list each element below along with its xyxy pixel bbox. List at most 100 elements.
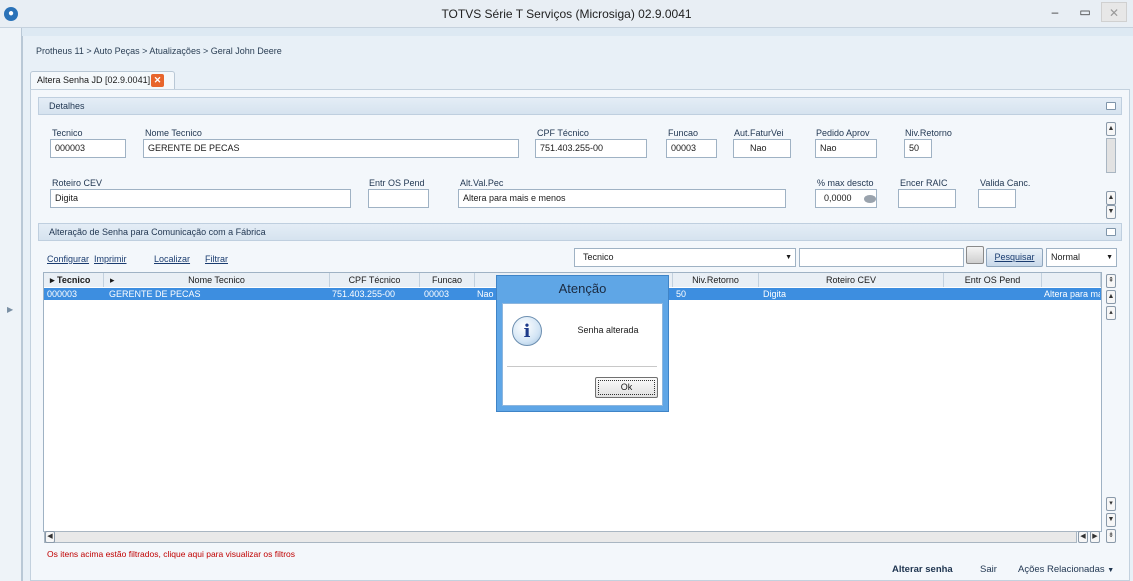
notepad-icon[interactable] bbox=[966, 246, 984, 264]
label-alt-val-pec: Alt.Val.Pec bbox=[460, 178, 504, 188]
cell-tecnico: 000003 bbox=[47, 289, 78, 299]
localizar-link[interactable]: Localizar bbox=[154, 254, 190, 264]
label-funcao: Funcao bbox=[668, 128, 699, 138]
minimize-button[interactable]: – bbox=[1042, 2, 1068, 22]
nome-tecnico-field[interactable]: GERENTE DE PECAS bbox=[143, 139, 519, 158]
chevron-down-icon: ▼ bbox=[1107, 567, 1115, 574]
scroll-down-icon[interactable]: ▾ bbox=[1106, 497, 1116, 511]
niv-retorno-field[interactable]: 50 bbox=[904, 139, 932, 158]
scroll-left-icon[interactable]: ◀ bbox=[45, 531, 55, 543]
label-roteiro-cev: Roteiro CEV bbox=[52, 178, 103, 188]
collapse-detalhes-icon[interactable] bbox=[1106, 102, 1116, 110]
col-header-funcao[interactable]: Funcao bbox=[420, 273, 475, 287]
label-cpf-tecnico: CPF Técnico bbox=[537, 128, 589, 138]
tab-close-icon[interactable]: ✕ bbox=[151, 74, 164, 87]
cell-cpf: 751.403.255-00 bbox=[332, 289, 396, 299]
view-mode-select[interactable]: Normal ▼ bbox=[1046, 248, 1117, 267]
cell-altval: Altera para mais bbox=[1044, 289, 1100, 299]
breadcrumb: Protheus 11 > Auto Peças > Atualizações … bbox=[36, 46, 282, 56]
scroll-page-up-icon[interactable]: ▲ bbox=[1106, 191, 1116, 205]
encer-raic-field[interactable] bbox=[898, 189, 956, 208]
cell-aut: Nao bbox=[477, 289, 494, 299]
scroll-page-down-icon[interactable]: ▼ bbox=[1106, 513, 1116, 527]
scroll-bottom-icon[interactable]: ⇟ bbox=[1106, 529, 1116, 543]
close-window-button[interactable]: ✕ bbox=[1101, 2, 1127, 22]
max-descto-value: 0,0000 bbox=[824, 193, 852, 203]
dialog-title: Atenção bbox=[558, 281, 607, 296]
imprimir-link[interactable]: Imprimir bbox=[94, 254, 127, 264]
ok-button[interactable]: Ok bbox=[595, 377, 658, 398]
collapse-grid-icon[interactable] bbox=[1106, 228, 1116, 236]
col-header-entr-os-pend[interactable]: Entr OS Pend bbox=[944, 273, 1042, 287]
label-entr-os-pend: Entr OS Pend bbox=[369, 178, 425, 188]
grid-section-title: Alteração de Senha para Comunicação com … bbox=[49, 227, 266, 237]
detalhes-title: Detalhes bbox=[49, 101, 85, 111]
filter-message-link[interactable]: Os itens acima estão filtrados, clique a… bbox=[47, 549, 295, 559]
col-header-tecnico[interactable]: ▸ Tecnico bbox=[44, 273, 104, 287]
calculator-icon[interactable] bbox=[864, 195, 876, 203]
window-title: TOTVS Série T Serviços (Microsiga) 02.9.… bbox=[441, 7, 692, 21]
cell-entr bbox=[946, 288, 1040, 300]
tecnico-field[interactable]: 000003 bbox=[50, 139, 126, 158]
cell-nome: GERENTE DE PECAS bbox=[109, 289, 201, 299]
configurar-link[interactable]: Configurar bbox=[47, 254, 89, 264]
grid-section-header: Alteração de Senha para Comunicação com … bbox=[38, 223, 1122, 241]
label-niv-retorno: Niv.Retorno bbox=[905, 128, 952, 138]
sort-arrow-icon: ▸ bbox=[50, 275, 58, 285]
cell-roteiro: Digita bbox=[763, 289, 787, 299]
col-header-cpf[interactable]: CPF Técnico bbox=[330, 273, 420, 287]
alterar-senha-button[interactable]: Alterar senha bbox=[892, 564, 953, 575]
pesquisar-button[interactable]: Pesquisar bbox=[986, 248, 1043, 267]
col-header-nome-tecnico[interactable]: ▸ Nome Tecnico bbox=[104, 273, 330, 287]
cell-funcao: 00003 bbox=[424, 289, 450, 299]
scroll-page-down-icon[interactable]: ▼ bbox=[1106, 205, 1116, 219]
pedido-aprov-field[interactable]: Nao bbox=[815, 139, 877, 158]
max-descto-field[interactable]: 0,0000 bbox=[815, 189, 877, 208]
acoes-label: Ações Relacionadas bbox=[1018, 564, 1105, 575]
label-valida-canc: Valida Canc. bbox=[980, 178, 1031, 188]
filtrar-link[interactable]: Filtrar bbox=[205, 254, 228, 264]
label-tecnico: Tecnico bbox=[52, 128, 83, 138]
search-field-select[interactable]: Tecnico ▼ bbox=[574, 248, 796, 267]
sair-button[interactable]: Sair bbox=[980, 564, 997, 575]
valida-canc-field[interactable] bbox=[978, 189, 1016, 208]
expand-panel-icon[interactable]: ▶ bbox=[7, 305, 15, 315]
horizontal-scrollbar[interactable] bbox=[44, 531, 1077, 543]
acoes-relacionadas-menu[interactable]: Ações Relacionadas ▼ bbox=[1018, 564, 1114, 575]
maximize-button[interactable]: ▭ bbox=[1072, 2, 1098, 22]
info-icon: i bbox=[512, 316, 542, 346]
label-encer-raic: Encer RAIC bbox=[900, 178, 948, 188]
label-pedido-aprov: Pedido Aprov bbox=[816, 128, 870, 138]
scroll-left-icon[interactable]: ◀ bbox=[1078, 531, 1088, 543]
scroll-up-icon[interactable]: ▲ bbox=[1106, 122, 1116, 136]
col-header-niv-retorno[interactable]: Niv.Retorno bbox=[673, 273, 759, 287]
aut-faturvei-field[interactable]: Nao bbox=[733, 139, 791, 158]
search-field-selected: Tecnico bbox=[583, 252, 614, 262]
label-max-descto: % max descto bbox=[817, 178, 874, 188]
view-mode-selected: Normal bbox=[1051, 252, 1081, 262]
detalhes-header: Detalhes bbox=[38, 97, 1122, 115]
col-header-alt-val[interactable] bbox=[1042, 273, 1101, 287]
scroll-up-icon[interactable]: ▴ bbox=[1106, 306, 1116, 320]
label-aut-faturvei: Aut.FaturVei bbox=[734, 128, 784, 138]
funcao-field[interactable]: 00003 bbox=[666, 139, 717, 158]
details-scrollbar[interactable] bbox=[1106, 138, 1116, 173]
dialog-message: Senha alterada bbox=[577, 325, 639, 335]
sort-arrow-icon: ▸ bbox=[110, 275, 115, 285]
roteiro-cev-field[interactable]: Digita bbox=[50, 189, 351, 208]
scroll-top-icon[interactable]: ⇞ bbox=[1106, 274, 1116, 288]
label-nome-tecnico: Nome Tecnico bbox=[145, 128, 202, 138]
chevron-down-icon[interactable]: ▼ bbox=[1106, 249, 1113, 266]
chevron-down-icon[interactable]: ▼ bbox=[785, 249, 792, 266]
alt-val-pec-field[interactable]: Altera para mais e menos bbox=[458, 189, 786, 208]
scroll-page-up-icon[interactable]: ▲ bbox=[1106, 290, 1116, 304]
col-header-roteiro-cev[interactable]: Roteiro CEV bbox=[759, 273, 944, 287]
col-tecnico-label: Tecnico bbox=[57, 275, 91, 285]
dialog-divider bbox=[507, 366, 657, 367]
tab-label: Altera Senha JD [02.9.0041] bbox=[37, 75, 151, 85]
cpf-tecnico-field[interactable]: 751.403.255-00 bbox=[535, 139, 647, 158]
scroll-right-icon[interactable]: ▶ bbox=[1090, 531, 1100, 543]
cell-niv: 50 bbox=[676, 289, 687, 299]
entr-os-pend-field[interactable] bbox=[368, 189, 429, 208]
search-input[interactable] bbox=[799, 248, 964, 267]
